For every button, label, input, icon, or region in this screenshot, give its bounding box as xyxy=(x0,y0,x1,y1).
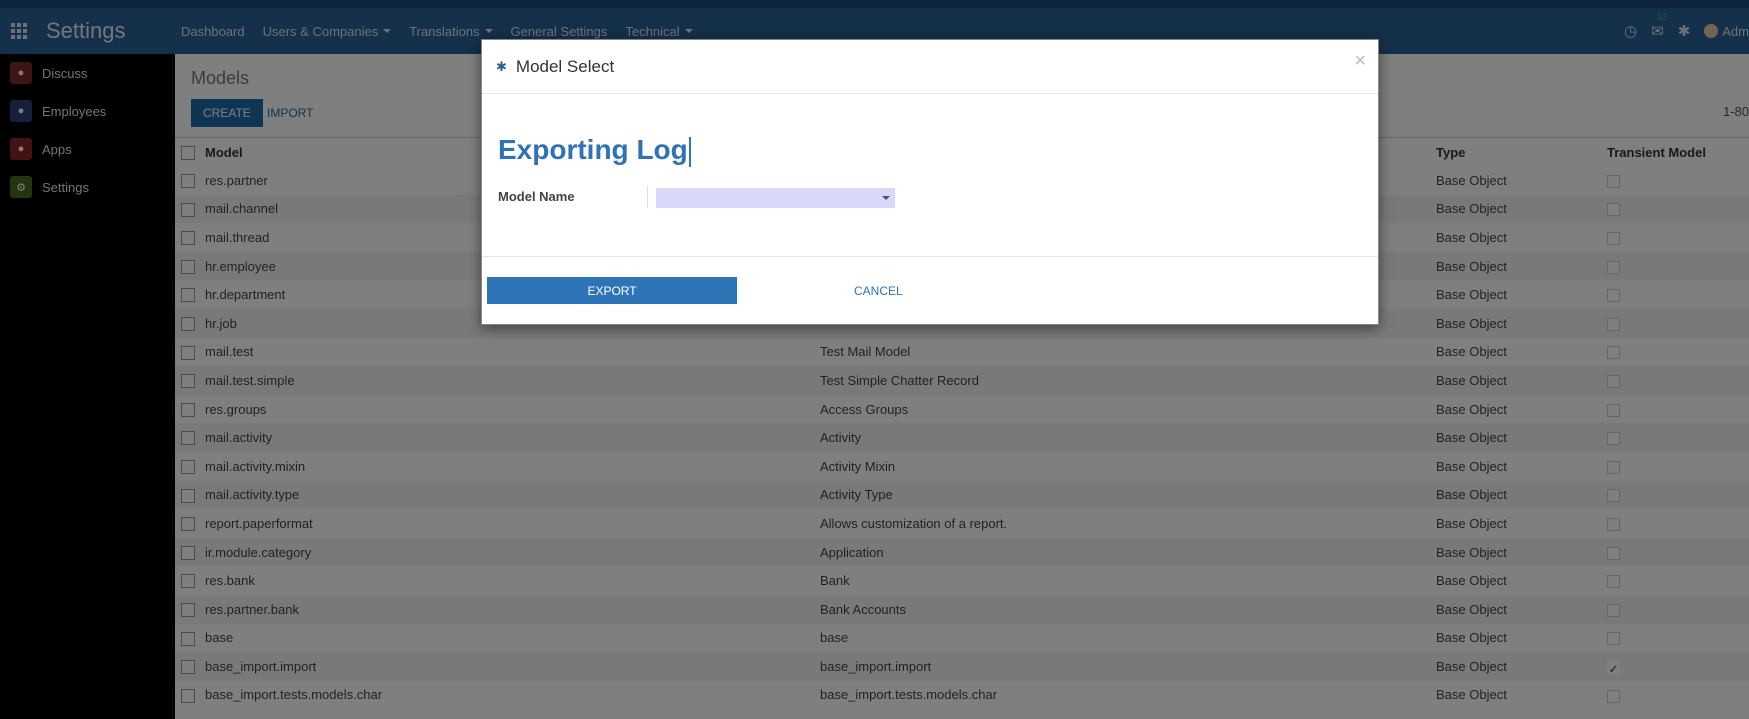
model-name-label: Model Name xyxy=(498,189,575,204)
field-divider xyxy=(647,186,648,208)
record-name-field[interactable]: Exporting Log xyxy=(498,134,691,167)
dialog-header: ✱ Model Select × xyxy=(482,40,1378,94)
dialog-body: Exporting Log Model Name xyxy=(482,94,1378,257)
dialog-title: Model Select xyxy=(515,56,615,76)
cancel-button[interactable]: CANCEL xyxy=(854,284,903,298)
bug-icon: ✱ xyxy=(496,58,507,74)
record-name-value: Exporting Log xyxy=(498,134,688,165)
model-select-dialog: ✱ Model Select × Exporting Log Model Nam… xyxy=(481,39,1379,325)
close-icon[interactable]: × xyxy=(1354,50,1366,73)
export-button[interactable]: EXPORT xyxy=(487,277,737,304)
dialog-footer: EXPORT CANCEL xyxy=(482,257,1378,325)
model-name-select[interactable] xyxy=(656,188,895,208)
text-cursor xyxy=(688,136,691,167)
chevron-down-icon[interactable] xyxy=(882,196,890,200)
